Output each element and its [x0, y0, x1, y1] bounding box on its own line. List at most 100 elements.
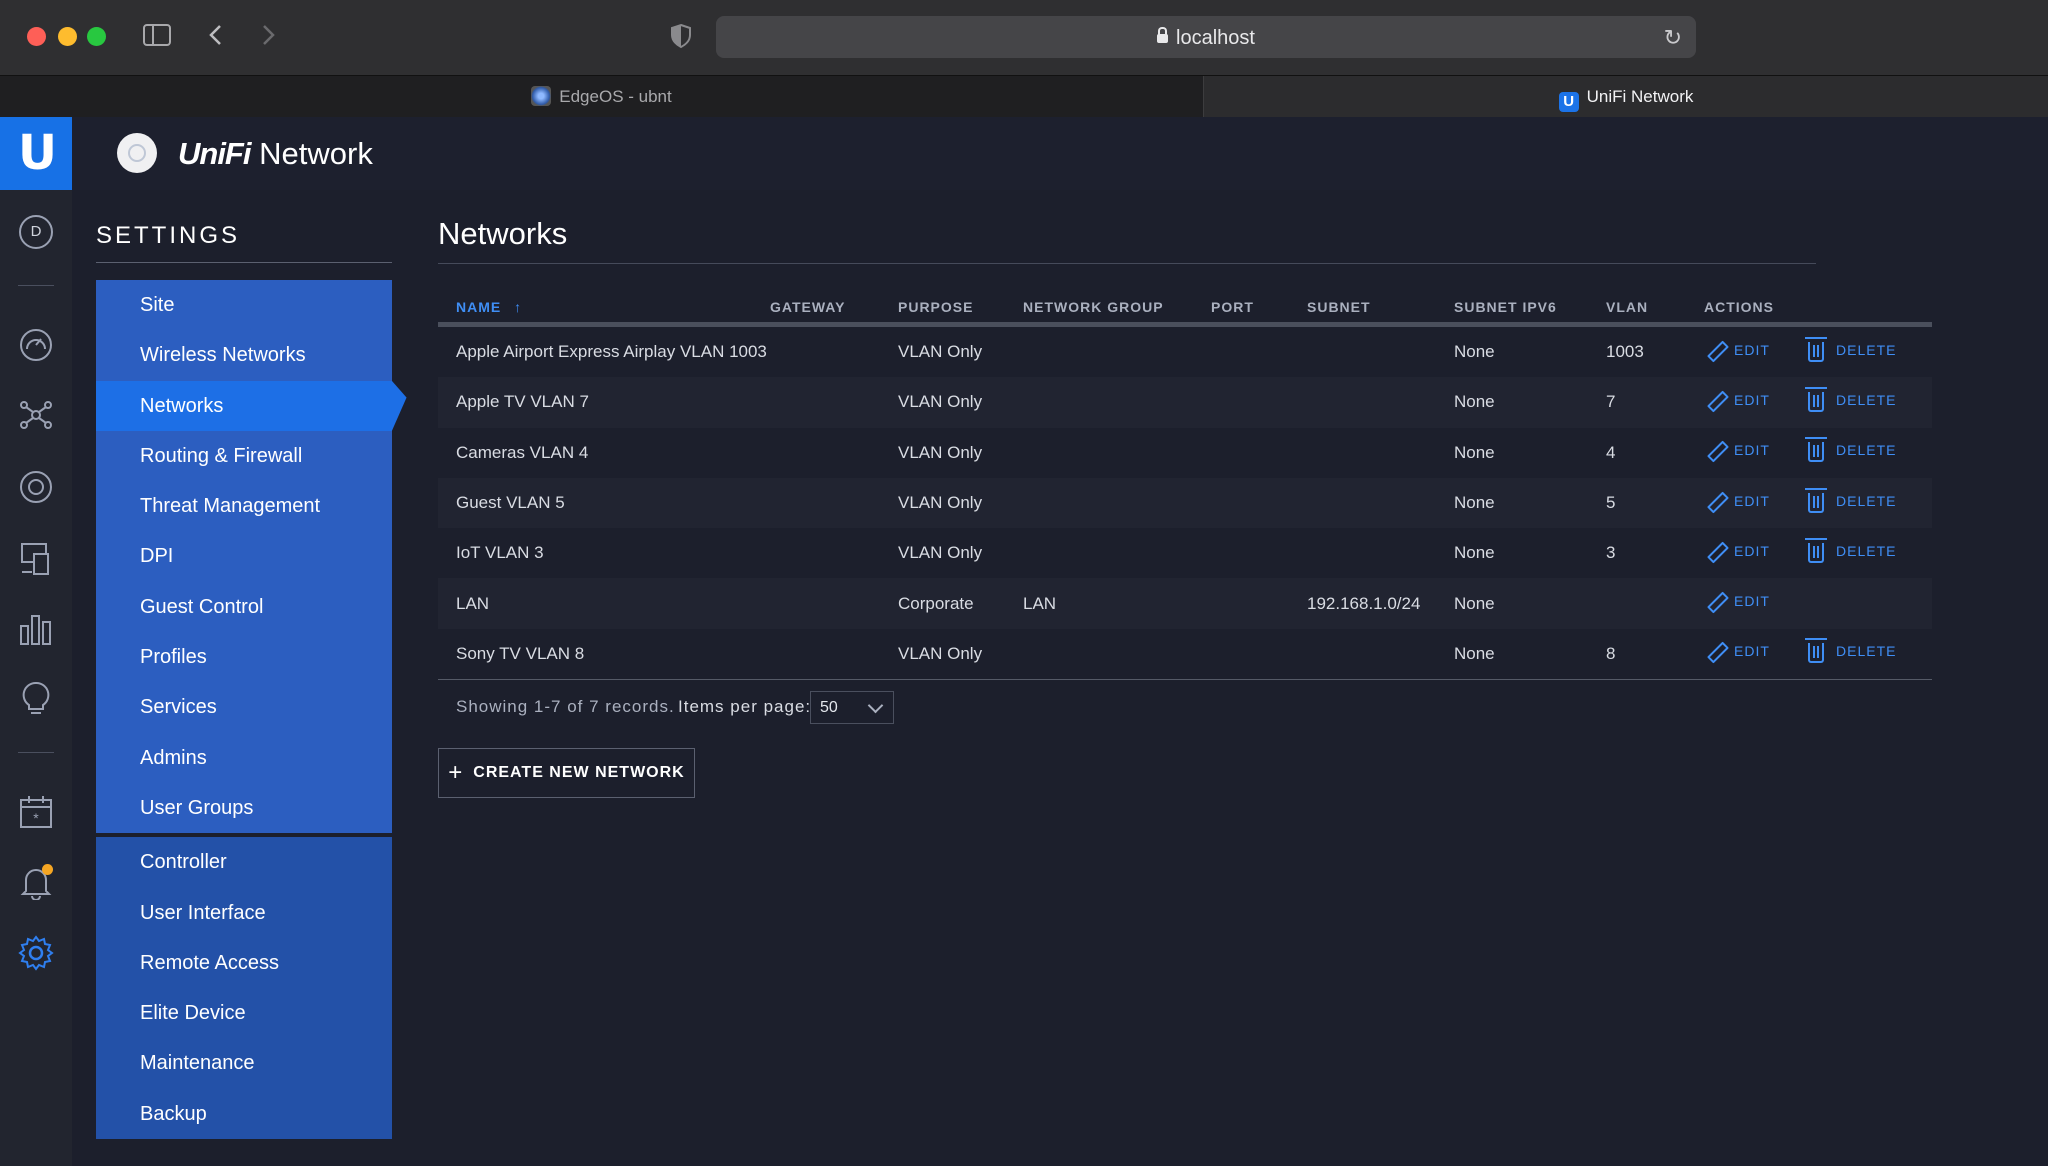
- column-header-subnet[interactable]: SUBNET: [1307, 292, 1454, 327]
- cell-subnet-ipv6: None: [1454, 377, 1606, 428]
- edit-button[interactable]: EDIT: [1704, 640, 1770, 662]
- nav-item-elite-device[interactable]: Elite Device: [96, 988, 392, 1039]
- nav-item-user-groups[interactable]: User Groups: [96, 782, 392, 834]
- lock-icon: [1157, 27, 1169, 43]
- nav-item-networks[interactable]: Networks: [96, 380, 392, 431]
- settings-nav: Site Wireless Networks Networks Routing …: [96, 280, 392, 1140]
- column-header-port[interactable]: PORT: [1211, 292, 1307, 327]
- nav-item-controller[interactable]: Controller: [96, 837, 392, 888]
- create-new-network-button[interactable]: + CREATE NEW NETWORK: [438, 748, 695, 798]
- nav-item-remote-access[interactable]: Remote Access: [96, 937, 392, 989]
- edit-button[interactable]: EDIT: [1704, 490, 1770, 512]
- nav-item-guest-control[interactable]: Guest Control: [96, 581, 392, 633]
- items-per-page-select[interactable]: 50: [810, 691, 894, 724]
- cell-vlan: 7: [1606, 377, 1704, 428]
- column-header-vlan[interactable]: VLAN: [1606, 292, 1704, 327]
- cell-purpose: VLAN Only: [898, 528, 1023, 579]
- pencil-icon: [1704, 490, 1726, 512]
- pencil-icon: [1704, 339, 1726, 361]
- nav-item-threat-management[interactable]: Threat Management: [96, 481, 392, 532]
- delete-button[interactable]: DELETE: [1805, 638, 1896, 664]
- cell-subnet-ipv6: None: [1454, 324, 1606, 378]
- pencil-icon: [1704, 540, 1726, 562]
- address-bar[interactable]: localhost ↻: [716, 16, 1696, 58]
- delete-button[interactable]: DELETE: [1805, 336, 1896, 362]
- cell-subnet: [1307, 377, 1454, 428]
- unifi-logo-icon[interactable]: U: [0, 117, 72, 190]
- insights-bar-chart-icon[interactable]: [18, 610, 54, 646]
- settings-gear-icon[interactable]: [18, 935, 54, 971]
- trash-icon: [1805, 487, 1827, 513]
- trash-icon: [1805, 386, 1827, 412]
- reload-icon[interactable]: ↻: [1664, 25, 1682, 51]
- trash-icon: [1805, 437, 1827, 463]
- nav-item-admins[interactable]: Admins: [96, 732, 392, 783]
- chevron-down-icon: [867, 697, 884, 714]
- cell-vlan: 5: [1606, 477, 1704, 529]
- devices-icon[interactable]: [18, 469, 54, 505]
- edit-button[interactable]: EDIT: [1704, 439, 1770, 461]
- column-header-purpose[interactable]: PURPOSE: [898, 292, 1023, 327]
- edit-button[interactable]: EDIT: [1704, 590, 1770, 612]
- cell-gateway: [770, 628, 898, 681]
- sidebar-toggle-icon[interactable]: [143, 23, 171, 51]
- column-header-name[interactable]: NAME ↑: [438, 292, 770, 327]
- close-window-button[interactable]: [27, 27, 46, 46]
- edit-button[interactable]: EDIT: [1704, 339, 1770, 361]
- notification-badge: [42, 864, 53, 875]
- trash-icon: [1805, 336, 1827, 362]
- delete-button[interactable]: DELETE: [1805, 487, 1897, 513]
- cell-purpose: VLAN Only: [898, 628, 1023, 681]
- cell-port: [1211, 628, 1307, 681]
- nav-item-site[interactable]: Site: [96, 280, 392, 331]
- cell-gateway: [770, 528, 898, 579]
- nav-item-services[interactable]: Services: [96, 682, 392, 733]
- forward-icon[interactable]: [259, 23, 277, 51]
- back-icon[interactable]: [207, 23, 225, 51]
- events-calendar-icon[interactable]: *: [18, 794, 54, 830]
- delete-button[interactable]: DELETE: [1805, 437, 1897, 463]
- nav-item-dpi[interactable]: DPI: [96, 531, 392, 582]
- cell-subnet: [1307, 528, 1454, 579]
- delete-label: DELETE: [1836, 542, 1897, 559]
- tab-edgeos[interactable]: EdgeOS - ubnt: [0, 76, 1204, 118]
- cell-subnet-ipv6: None: [1454, 578, 1606, 629]
- table-row: Cameras VLAN 4 VLAN Only None 4 EDIT DEL…: [438, 427, 1932, 478]
- nav-item-routing-firewall[interactable]: Routing & Firewall: [96, 430, 392, 482]
- zoom-window-button[interactable]: [87, 27, 106, 46]
- nav-item-backup[interactable]: Backup: [96, 1088, 392, 1140]
- statistics-gauge-icon[interactable]: [18, 327, 54, 363]
- minimize-window-button[interactable]: [58, 27, 77, 46]
- nav-item-user-interface[interactable]: User Interface: [96, 887, 392, 938]
- edit-button[interactable]: EDIT: [1704, 389, 1770, 411]
- nav-item-profiles[interactable]: Profiles: [96, 632, 392, 683]
- app-brand: UniFi Network: [178, 136, 373, 172]
- insights-lightbulb-icon[interactable]: [18, 680, 54, 716]
- delete-button[interactable]: DELETE: [1805, 386, 1896, 412]
- column-header-gateway[interactable]: GATEWAY: [770, 292, 898, 327]
- delete-label: DELETE: [1836, 492, 1897, 509]
- unifi-favicon-icon: U: [1558, 92, 1579, 112]
- delete-button[interactable]: DELETE: [1805, 537, 1897, 563]
- pencil-icon: [1704, 389, 1726, 411]
- cell-subnet-ipv6: None: [1454, 628, 1606, 681]
- tab-unifi-network[interactable]: U UniFi Network: [1204, 76, 2048, 118]
- column-header-network-group[interactable]: NETWORK GROUP: [1023, 292, 1211, 327]
- cell-subnet: [1307, 324, 1454, 378]
- cell-port: [1211, 324, 1307, 378]
- clients-icon[interactable]: [18, 540, 54, 576]
- table-header-row: NAME ↑ GATEWAY PURPOSE NETWORK GROUP POR…: [438, 292, 1932, 327]
- table-row: Apple Airport Express Airplay VLAN 1003 …: [438, 324, 1932, 378]
- records-summary: Showing 1-7 of 7 records.: [456, 697, 675, 716]
- nav-item-wireless-networks[interactable]: Wireless Networks: [96, 330, 392, 381]
- privacy-shield-icon[interactable]: [670, 23, 692, 53]
- dashboard-avatar-icon[interactable]: D: [19, 215, 53, 249]
- column-header-subnet-ipv6[interactable]: SUBNET IPV6: [1454, 292, 1606, 327]
- create-button-label: CREATE NEW NETWORK: [473, 764, 685, 781]
- cell-subnet: [1307, 477, 1454, 529]
- cell-gateway: [770, 427, 898, 478]
- delete-label: DELETE: [1836, 442, 1897, 459]
- topology-icon[interactable]: [18, 397, 54, 433]
- edit-button[interactable]: EDIT: [1704, 540, 1770, 562]
- nav-item-maintenance[interactable]: Maintenance: [96, 1038, 392, 1089]
